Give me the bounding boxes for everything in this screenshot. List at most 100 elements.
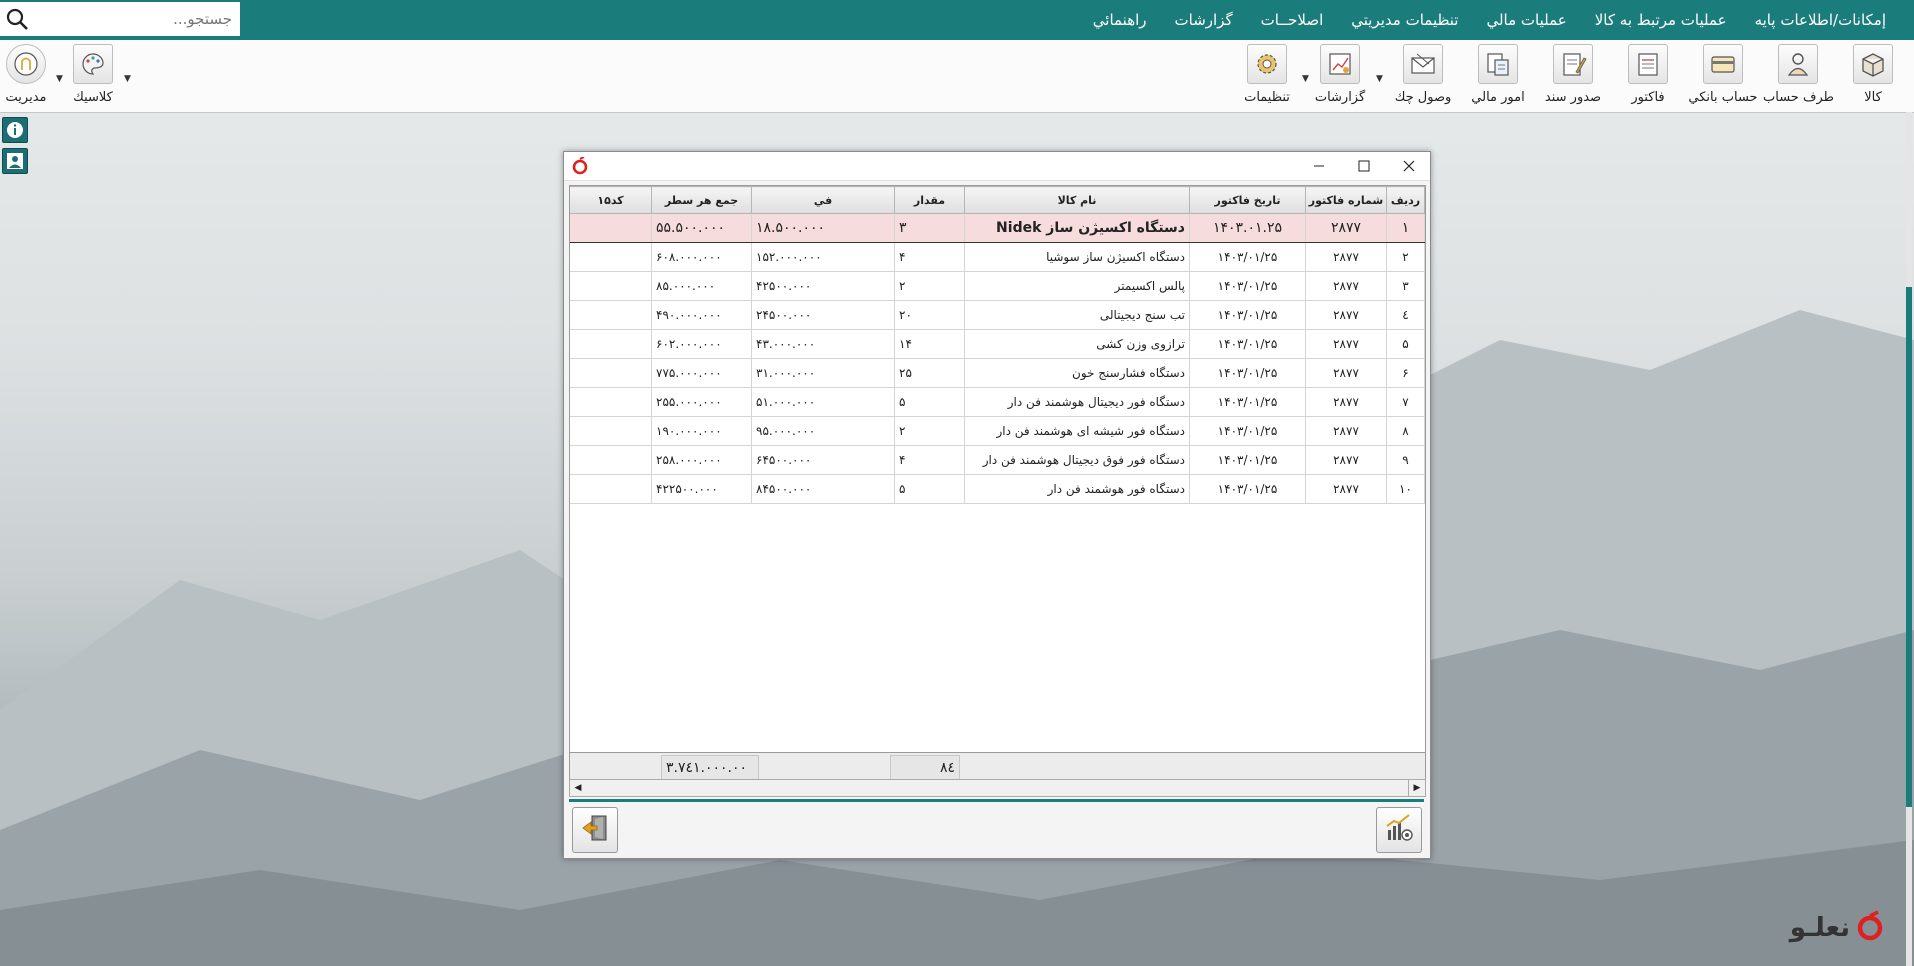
cell-item-name: دستگاه اکسیژن ساز Nidek [964,213,1190,243]
tool-goods-button[interactable]: كالا [1838,44,1908,105]
tool-account-party-button[interactable]: طرف حساب [1763,44,1834,105]
col-row-number[interactable]: رديف [1386,186,1425,214]
tool-check-receipt-button[interactable]: وصول چك [1388,44,1458,105]
cell-row-number: ۲ [1386,242,1425,272]
tool-management-button[interactable]: مديريت [0,44,61,105]
toolbar: كالا طرف حساب حساب بانكي فاكتور صدور سند… [0,40,1914,113]
cell-invoice-number: ۲۸۷۷ [1305,213,1387,243]
horizontal-scrollbar[interactable]: ◀ ▶ [569,779,1426,797]
cell-row-total: ۴۹۰.۰۰۰.۰۰۰ [651,300,752,330]
palette-icon [73,44,113,84]
total-sum: ۳.۷٤۱.۰۰۰.۰۰ [661,755,759,780]
menu-admin-settings[interactable]: تنظيمات مديريتي [1337,11,1472,29]
right-scroll-thumb[interactable] [1906,287,1912,807]
cell-invoice-number: ۲۸۷۷ [1305,242,1387,272]
user-profile-icon[interactable] [2,148,28,174]
col-item-name[interactable]: نام كالا [964,186,1190,214]
menu-basic-info[interactable]: إمكانات/اطلاعات پايه [1741,11,1900,29]
cell-invoice-number: ۲۸۷۷ [1305,416,1387,446]
col-quantity[interactable]: مقدار [894,186,965,214]
cell-unit-price: ۱۸.۵۰۰.۰۰۰ [751,213,895,243]
user-circle-icon [6,44,46,84]
cell-quantity: ۴ [894,445,965,475]
menu-reports[interactable]: گزارشات [1161,11,1247,29]
tool-invoice-button[interactable]: فاكتور [1613,44,1683,105]
table-row[interactable]: ۲ ۲۸۷۷ ۱۴۰۳/۰۱/۲۵ دستگاه اکسیژن ساز سوشی… [570,242,1425,272]
tool-bank-account-button[interactable]: حساب بانكي [1688,44,1758,105]
col-unit-price[interactable]: في [751,186,895,214]
cell-quantity: ۳ [894,213,965,243]
right-scroll-strip[interactable] [1906,112,1912,966]
invoice-icon [1628,44,1668,84]
cell-code15 [570,416,652,446]
tool-financial-affairs-button[interactable]: امور مالي [1463,44,1533,105]
tool-settings-button[interactable]: تنظيمات [1232,44,1302,105]
menu-goods-ops[interactable]: عمليات مرتبط به كالا [1581,11,1741,29]
cell-quantity: ۵ [894,474,965,504]
cell-item-name: دستگاه فور هوشمند فن دار [964,474,1190,504]
table-row[interactable]: ۷ ۲۸۷۷ ۱۴۰۳/۰۱/۲۵ دستگاه فور دیجیتال هوش… [570,387,1425,417]
cell-unit-price: ۸۴۵۰۰.۰۰۰ [751,474,895,504]
table-row[interactable]: ۳ ۲۸۷۷ ۱۴۰۳/۰۱/۲۵ پالس اکسیمتر ۲ ۴۲۵۰۰.۰… [570,271,1425,301]
table-row[interactable]: ۱۰ ۲۸۷۷ ۱۴۰۳/۰۱/۲۵ دستگاه فور هوشمند فن … [570,474,1425,504]
chart-report-button[interactable] [1376,807,1422,853]
search-box [0,2,240,36]
menu-financial-ops[interactable]: عمليات مالي [1472,11,1580,29]
cell-unit-price: ۳۱.۰۰۰.۰۰۰ [751,358,895,388]
tool-classic-button[interactable]: كلاسيك [58,44,128,105]
exit-button[interactable] [572,807,618,853]
box-icon [1853,44,1893,84]
app-logo-icon [572,156,588,179]
search-input[interactable] [40,3,234,35]
settings-dropdown-caret[interactable]: ▼ [1302,74,1309,84]
close-button[interactable] [1389,154,1429,178]
menu-corrections[interactable]: اصلاحــات [1247,11,1338,29]
cell-unit-price: ۹۵.۰۰۰.۰۰۰ [751,416,895,446]
table-row[interactable]: ۹ ۲۸۷۷ ۱۴۰۳/۰۱/۲۵ دستگاه فور فوق دیجیتال… [570,445,1425,475]
cell-quantity: ۲۵ [894,358,965,388]
table-row[interactable]: ۱ ۲۸۷۷ ۱۴۰۳.۰۱.۲۵ دستگاه اکسیژن ساز Nide… [570,213,1425,243]
cell-item-name: دستگاه فور دیجیتال هوشمند فن دار [964,387,1190,417]
tool-reports-button[interactable]: گزارشات [1305,44,1375,105]
tool-issue-document-button[interactable]: صدور سند [1538,44,1608,105]
col-invoice-date[interactable]: تاريخ فاكتور [1189,186,1306,214]
col-code15[interactable]: کد۱۵ [570,186,652,214]
cell-unit-price: ۲۴۵۰۰.۰۰۰ [751,300,895,330]
cell-row-number: ۶ [1386,358,1425,388]
cell-row-total: ۶۰۸.۰۰۰.۰۰۰ [651,242,752,272]
minimize-button[interactable] [1299,154,1339,178]
cell-quantity: ۵ [894,387,965,417]
cell-row-total: ۲۵۵.۰۰۰.۰۰۰ [651,387,752,417]
cell-invoice-number: ۲۸۷۷ [1305,271,1387,301]
invoice-items-window: رديف شماره فاكتور تاريخ فاكتور نام كالا … [563,151,1431,859]
table-row[interactable]: ۶ ۲۸۷۷ ۱۴۰۳/۰۱/۲۵ دستگاه فشارسنج خون ۲۵ … [570,358,1425,388]
cell-invoice-date: ۱۴۰۳/۰۱/۲۵ [1189,474,1306,504]
table-row[interactable]: ۵ ۲۸۷۷ ۱۴۰۳/۰۱/۲۵ ترازوی وزن کشی ۱۴ ۴۳.۰… [570,329,1425,359]
cell-row-total: ۱۹۰.۰۰۰.۰۰۰ [651,416,752,446]
cell-invoice-date: ۱۴۰۳/۰۱/۲۵ [1189,416,1306,446]
scroll-left-arrow-icon[interactable]: ◀ [570,780,586,796]
cell-item-name: تب سنج دیجیتالی [964,300,1190,330]
cell-quantity: ۲ [894,416,965,446]
cell-row-total: ۲۵۸.۰۰۰.۰۰۰ [651,445,752,475]
cell-quantity: ۲ [894,271,965,301]
col-row-total[interactable]: جمع هر سطر [651,186,752,214]
cell-invoice-date: ۱۴۰۳.۰۱.۲۵ [1189,213,1306,243]
cell-row-total: ۸۵.۰۰۰.۰۰۰ [651,271,752,301]
table-row[interactable]: ۸ ۲۸۷۷ ۱۴۰۳/۰۱/۲۵ دستگاه فور شیشه ای هوش… [570,416,1425,446]
chart-report-icon [1383,812,1415,848]
person-icon [1778,44,1818,84]
table-row[interactable]: ٤ ۲۸۷۷ ۱۴۰۳/۰۱/۲۵ تب سنج دیجیتالی ۲۰ ۲۴۵… [570,300,1425,330]
reports-dropdown-caret[interactable]: ▼ [1376,74,1383,84]
search-icon[interactable] [0,2,34,36]
window-titlebar [564,152,1430,181]
cell-item-name: دستگاه فور شیشه ای هوشمند فن دار [964,416,1190,446]
scroll-right-arrow-icon[interactable]: ▶ [1408,780,1425,796]
cell-row-total: ۷۷۵.۰۰۰.۰۰۰ [651,358,752,388]
classic-dropdown-caret[interactable]: ▼ [124,74,131,84]
management-dropdown-caret[interactable]: ▼ [56,74,63,84]
maximize-button[interactable] [1344,154,1384,178]
info-icon[interactable] [2,117,28,143]
menu-help[interactable]: راهنمائي [1079,11,1161,29]
col-invoice-number[interactable]: شماره فاكتور [1305,186,1387,214]
